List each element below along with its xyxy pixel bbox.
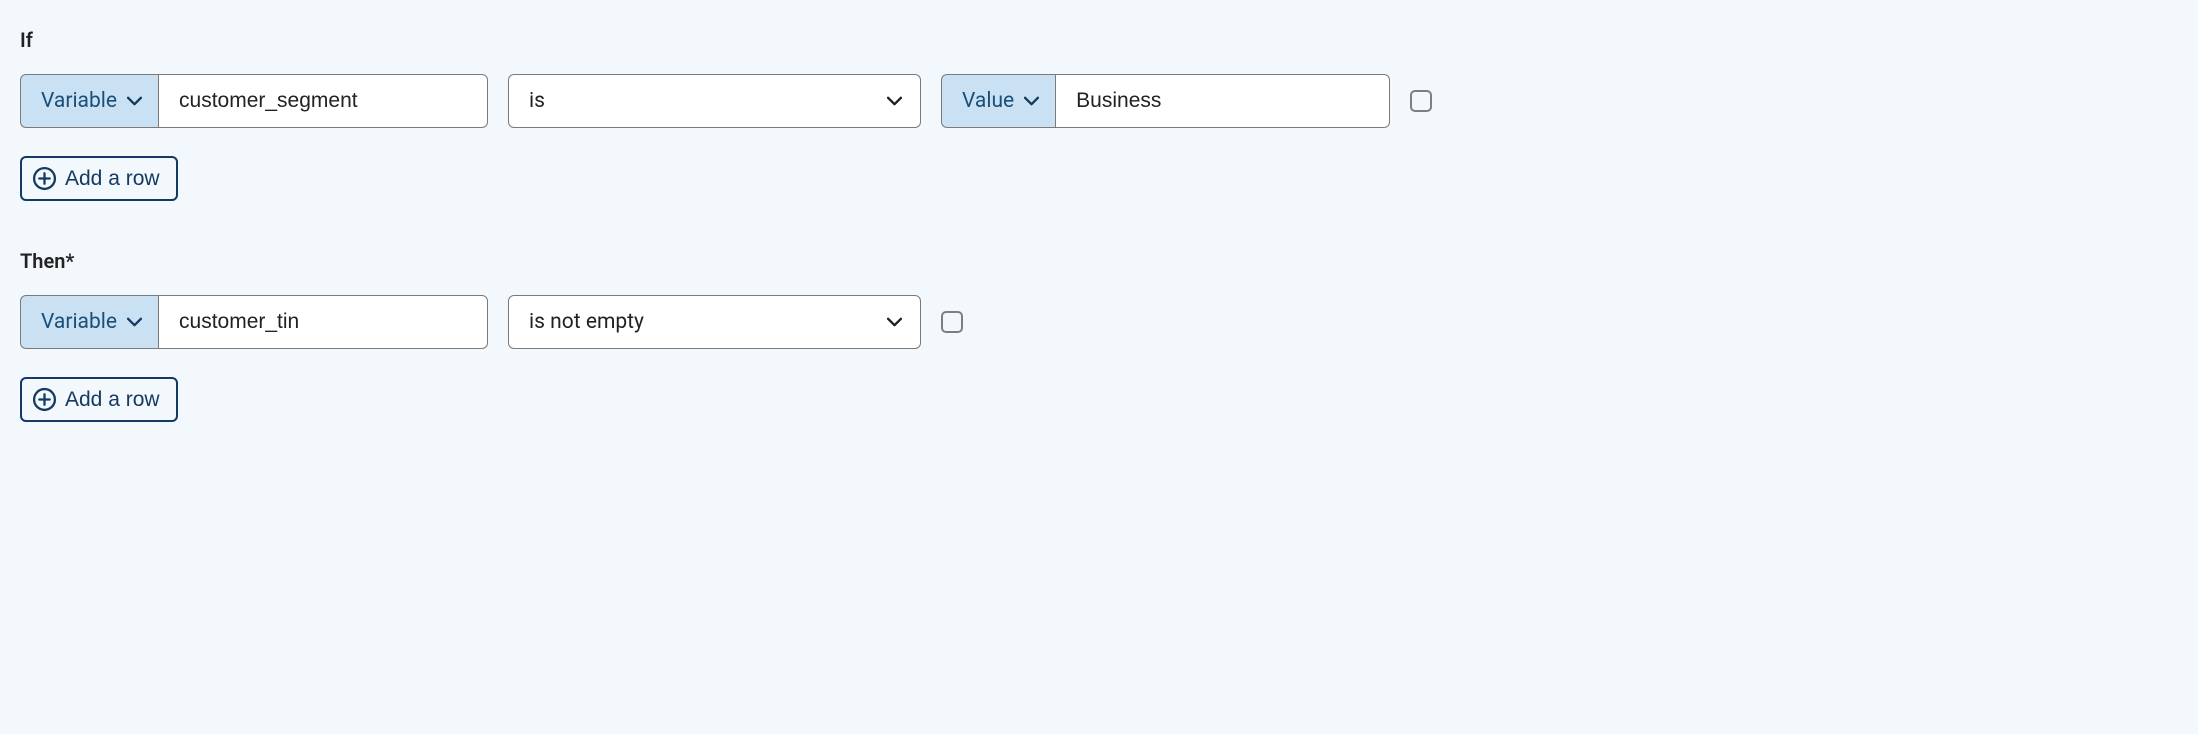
chevron-down-icon bbox=[127, 317, 142, 327]
chevron-down-icon bbox=[127, 96, 142, 106]
if-operator-select[interactable]: is bbox=[508, 74, 921, 128]
then-variable-combo: Variable bbox=[20, 295, 488, 349]
then-operator-label: is not empty bbox=[529, 310, 644, 334]
if-variable-input[interactable] bbox=[158, 74, 488, 128]
if-left-type-dropdown[interactable]: Variable bbox=[20, 74, 158, 128]
plus-circle-icon bbox=[32, 387, 57, 412]
chevron-down-icon bbox=[887, 96, 902, 106]
then-left-type-label: Variable bbox=[41, 310, 117, 334]
if-section: If Variable is Value bbox=[20, 28, 2178, 201]
chevron-down-icon bbox=[1024, 96, 1039, 106]
if-value-combo: Value bbox=[941, 74, 1390, 128]
then-operator-select[interactable]: is not empty bbox=[508, 295, 921, 349]
if-row-checkbox[interactable] bbox=[1410, 90, 1432, 112]
if-operator-label: is bbox=[529, 89, 545, 113]
plus-circle-icon bbox=[32, 166, 57, 191]
then-add-row-label: Add a row bbox=[65, 388, 160, 412]
if-left-type-label: Variable bbox=[41, 89, 117, 113]
then-variable-input[interactable] bbox=[158, 295, 488, 349]
then-label: Then* bbox=[20, 249, 2178, 273]
then-row: Variable is not empty bbox=[20, 295, 2178, 349]
then-section: Then* Variable is not empty Add bbox=[20, 249, 2178, 422]
if-right-type-dropdown[interactable]: Value bbox=[941, 74, 1055, 128]
then-row-checkbox[interactable] bbox=[941, 311, 963, 333]
if-row: Variable is Value bbox=[20, 74, 2178, 128]
then-add-row-button[interactable]: Add a row bbox=[20, 377, 178, 422]
then-left-type-dropdown[interactable]: Variable bbox=[20, 295, 158, 349]
if-value-input[interactable] bbox=[1055, 74, 1390, 128]
if-add-row-button[interactable]: Add a row bbox=[20, 156, 178, 201]
if-add-row-label: Add a row bbox=[65, 167, 160, 191]
if-right-type-label: Value bbox=[962, 89, 1014, 113]
chevron-down-icon bbox=[887, 317, 902, 327]
if-variable-combo: Variable bbox=[20, 74, 488, 128]
if-label: If bbox=[20, 28, 2178, 52]
